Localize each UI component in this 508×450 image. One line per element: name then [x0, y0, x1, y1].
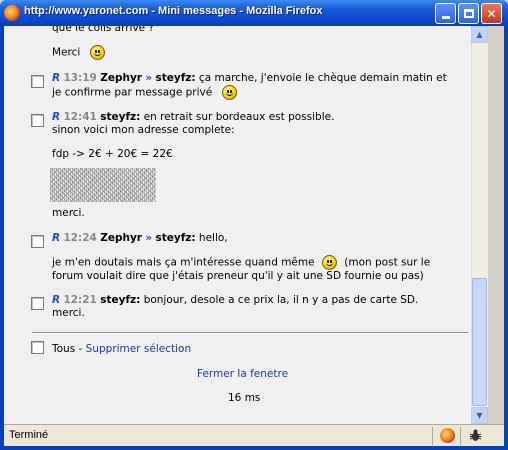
message-time: 13:19	[63, 72, 97, 84]
scroll-down-button[interactable]: ▼	[471, 407, 488, 424]
chevron-up-icon: ▲	[476, 30, 483, 39]
maximize-icon	[463, 9, 474, 18]
message-checkbox[interactable]	[31, 235, 44, 248]
reply-link[interactable]: R	[52, 72, 60, 84]
message-text: en retrait sur bordeaux est possible.	[143, 111, 335, 123]
smiley-icon	[89, 45, 105, 60]
reply-link[interactable]: R	[52, 294, 60, 306]
firefox-status-icon[interactable]	[440, 428, 455, 443]
separator-dash: -	[78, 343, 83, 355]
message-text: je m'en doutais mais ça m'intéresse quan…	[52, 255, 431, 270]
message-checkbox[interactable]	[31, 75, 44, 88]
minimize-icon	[441, 16, 450, 19]
message-recipient[interactable]: steyfz:	[155, 232, 195, 244]
recipient-arrow: »	[145, 72, 153, 84]
message-text: hello,	[198, 232, 228, 244]
message-text: ça marche, j'envoie le chèque demain mat…	[198, 72, 447, 84]
message-author[interactable]: Zephyr	[100, 72, 142, 84]
close-icon: ✕	[486, 6, 497, 21]
status-divider	[432, 427, 433, 445]
message-time: 12:41	[63, 111, 97, 123]
message-text: forum voulait dire que j'étais preneur q…	[52, 270, 424, 282]
recipient-arrow: »	[145, 232, 153, 244]
status-bar: Terminé	[4, 424, 504, 446]
message-time: 12:24	[63, 232, 97, 244]
message-checkbox[interactable]	[31, 297, 44, 310]
window-frame-right	[504, 26, 508, 450]
status-text: Terminé	[9, 429, 49, 441]
message-author[interactable]: steyfz:	[100, 111, 140, 123]
message-header: R 12:21 steyfz: bonjour, desole a ce pri…	[52, 294, 418, 307]
message-text: merci.	[52, 207, 85, 219]
select-all-checkbox[interactable]	[31, 341, 44, 354]
message-text: fdp -> 2€ + 20€ = 22€	[52, 148, 173, 160]
message-time: 12:21	[63, 294, 97, 306]
message-author[interactable]: Zephyr	[100, 232, 142, 244]
footer-divider	[32, 332, 468, 334]
maximize-button[interactable]	[458, 3, 479, 24]
scroll-up-button[interactable]: ▲	[471, 26, 488, 43]
message-header: R 12:24 Zephyr » steyfz: hello,	[52, 232, 228, 245]
message-author[interactable]: steyfz:	[100, 294, 140, 306]
bug-icon[interactable]	[468, 428, 483, 443]
select-controls: Tous - Supprimer sélection	[52, 343, 191, 356]
delete-selection-link[interactable]: Supprimer sélection	[86, 343, 191, 355]
scroll-thumb[interactable]	[472, 278, 487, 406]
status-divider	[460, 427, 461, 445]
message-text: sinon voici mon adresse complete:	[52, 124, 235, 136]
reply-link[interactable]: R	[52, 232, 60, 244]
select-all-label: Tous	[52, 343, 76, 355]
message-text: merci.	[52, 307, 85, 319]
close-window-link[interactable]: Fermer la fenetre	[197, 368, 288, 381]
title-bar: http://www.yaronet.com - Mini messages -…	[0, 0, 508, 26]
message-text: que le colis arrive ?	[52, 26, 155, 34]
vertical-scrollbar[interactable]: ▲ ▼	[471, 26, 488, 424]
window-frame-bottom	[0, 446, 508, 450]
message-text: je confirme par message privé	[52, 85, 237, 100]
minimize-button[interactable]	[435, 3, 456, 24]
reply-link[interactable]: R	[52, 111, 60, 123]
message-header: R 13:19 Zephyr » steyfz: ça marche, j'en…	[52, 72, 447, 85]
close-button[interactable]: ✕	[481, 3, 502, 24]
chevron-down-icon: ▼	[476, 411, 483, 420]
message-checkbox[interactable]	[31, 114, 44, 127]
smiley-icon	[221, 85, 237, 100]
message-header: R 12:41 steyfz: en retrait sur bordeaux …	[52, 111, 334, 124]
message-recipient[interactable]: steyfz:	[155, 72, 195, 84]
message-text: bonjour, desole a ce prix la, il n y a p…	[143, 294, 419, 306]
timing-text: 16 ms	[228, 392, 261, 404]
blurred-address-image	[50, 168, 156, 202]
message-panel: que le colis arrive ? Merci R 13:19 Zeph…	[4, 26, 488, 424]
smiley-icon	[321, 255, 337, 270]
window-title: http://www.yaronet.com - Mini messages -…	[24, 5, 323, 17]
message-text: Merci	[52, 45, 105, 60]
firefox-icon	[4, 5, 20, 21]
